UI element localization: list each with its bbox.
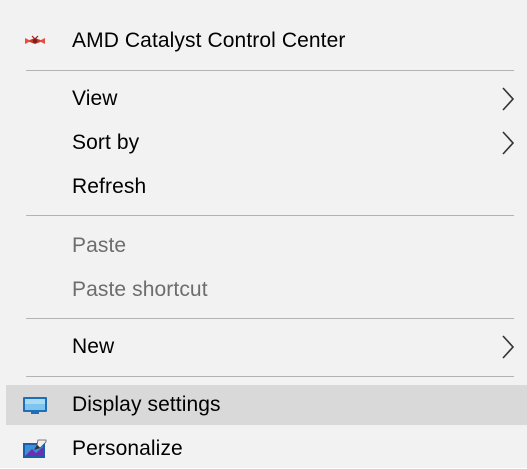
menu-item-label: View <box>72 87 118 110</box>
menu-separator <box>26 318 514 319</box>
menu-separator <box>26 70 514 71</box>
menu-item-label: Sort by <box>72 131 140 154</box>
menu-item-paste[interactable]: Paste <box>6 226 527 266</box>
personalize-icon <box>22 438 48 460</box>
chevron-right-icon <box>501 130 515 156</box>
menu-item-sort-by[interactable]: Sort by <box>6 123 527 163</box>
menu-item-amd-catalyst[interactable]: AMD Catalyst Control Center <box>6 21 527 61</box>
menu-separator <box>26 215 514 216</box>
menu-item-label: Refresh <box>72 175 147 198</box>
display-settings-icon <box>22 394 48 416</box>
menu-item-label: Personalize <box>72 437 183 460</box>
menu-item-view[interactable]: View <box>6 79 527 119</box>
chevron-right-icon <box>501 334 515 360</box>
menu-item-label: Display settings <box>72 393 221 416</box>
menu-item-display-settings[interactable]: Display settings <box>6 385 527 425</box>
amd-catalyst-icon <box>22 30 48 52</box>
menu-separator <box>26 376 514 377</box>
menu-item-paste-shortcut[interactable]: Paste shortcut <box>6 270 527 310</box>
desktop-context-menu: AMD Catalyst Control Center View Sort by… <box>0 0 527 468</box>
menu-item-personalize[interactable]: Personalize <box>6 429 527 469</box>
menu-item-refresh[interactable]: Refresh <box>6 167 527 207</box>
menu-item-label: Paste <box>72 234 127 257</box>
menu-item-label: AMD Catalyst Control Center <box>72 29 346 52</box>
menu-item-new[interactable]: New <box>6 327 527 367</box>
menu-item-label: Paste shortcut <box>72 278 208 301</box>
chevron-right-icon <box>501 86 515 112</box>
menu-item-label: New <box>72 335 115 358</box>
